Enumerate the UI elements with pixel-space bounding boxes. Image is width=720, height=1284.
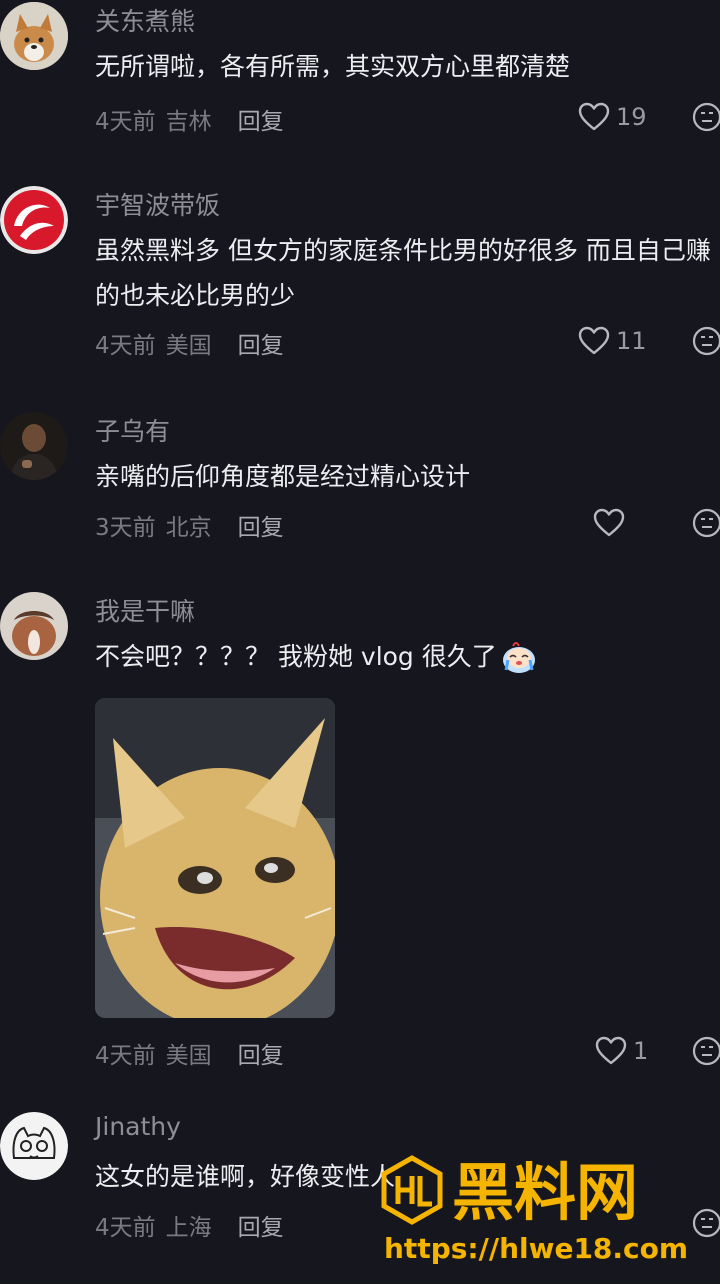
comment-text: 不会吧？？？？ 我粉她 vlog 很久了 xyxy=(95,634,720,679)
comment-text: 亲嘴的后仰角度都是经过精心设计 xyxy=(95,462,471,491)
avatar[interactable] xyxy=(0,2,68,70)
comment-meta: 4天前 美国 回复 xyxy=(95,1036,284,1070)
watermark: 黑料网 https://hlwe18.com xyxy=(378,1150,720,1280)
like-button[interactable]: 1 xyxy=(595,1036,648,1066)
avatar[interactable] xyxy=(0,186,68,254)
comment-time: 3天前 xyxy=(95,515,156,541)
comment-location: 吉林 xyxy=(165,109,212,135)
like-count: 1 xyxy=(633,1037,649,1065)
comment-location: 美国 xyxy=(165,333,212,359)
comment-time: 4天前 xyxy=(95,109,156,135)
username[interactable]: 关东煮熊 xyxy=(95,2,195,38)
heart-icon xyxy=(593,508,625,537)
avatar[interactable] xyxy=(0,1112,68,1180)
like-count: 11 xyxy=(616,327,647,355)
comment-item: 子乌有 亲嘴的后仰角度都是经过精心设计 3天前 北京 回复 xyxy=(0,412,720,552)
comment-item: 宇智波带饭 虽然黑料多 但女方的家庭条件比男的好很多 而且自己赚的也未必比男的少… xyxy=(0,186,720,376)
watermark-logo-icon xyxy=(381,1155,443,1225)
comment-location: 上海 xyxy=(165,1215,212,1241)
username[interactable]: Jinathy xyxy=(95,1112,181,1141)
comment-text-content: 不会吧？？？？ 我粉她 vlog 很久了 xyxy=(95,642,497,671)
reply-button[interactable]: 回复 xyxy=(238,1043,284,1069)
username[interactable]: 宇智波带饭 xyxy=(95,186,220,222)
avatar[interactable] xyxy=(0,592,68,660)
username[interactable]: 我是干嘛 xyxy=(95,592,195,628)
reply-button[interactable]: 回复 xyxy=(238,1215,284,1241)
avatar[interactable] xyxy=(0,412,68,480)
crying-emoji-icon xyxy=(502,641,535,673)
like-button[interactable]: 19 xyxy=(578,102,647,132)
reply-button[interactable]: 回复 xyxy=(238,333,284,359)
dislike-face-icon[interactable] xyxy=(692,326,720,356)
like-button[interactable] xyxy=(593,508,625,538)
comment-time: 4天前 xyxy=(95,333,156,359)
watermark-brand: 黑料网 xyxy=(452,1156,638,1229)
reply-button[interactable]: 回复 xyxy=(238,109,284,135)
dislike-face-icon[interactable] xyxy=(692,102,720,132)
comment-item: 我是干嘛 不会吧？？？？ 我粉她 vlog 很久了 4天前 美国 回复 1 xyxy=(0,592,720,1072)
comment-text: 虽然黑料多 但女方的家庭条件比男的好很多 而且自己赚的也未必比男的少 xyxy=(95,236,711,310)
comment-time: 4天前 xyxy=(95,1215,156,1241)
comment-location: 北京 xyxy=(165,515,212,541)
comment-meta: 4天前 吉林 回复 xyxy=(95,102,284,136)
comment-meta: 4天前 上海 回复 xyxy=(95,1208,284,1242)
dislike-face-icon[interactable] xyxy=(692,508,720,538)
reply-button[interactable]: 回复 xyxy=(238,515,284,541)
heart-icon xyxy=(595,1036,627,1065)
cat-meme-image[interactable] xyxy=(95,698,335,1018)
watermark-url: https://hlwe18.com xyxy=(384,1232,688,1265)
like-button[interactable]: 11 xyxy=(578,326,647,356)
like-count: 19 xyxy=(616,103,647,131)
comment-location: 美国 xyxy=(165,1043,212,1069)
username[interactable]: 子乌有 xyxy=(95,412,170,448)
comment-item: 关东煮熊 无所谓啦，各有所需，其实双方心里都清楚 4天前 吉林 回复 19 xyxy=(0,2,720,152)
heart-icon xyxy=(578,326,610,355)
dislike-face-icon[interactable] xyxy=(692,1036,720,1066)
comment-text: 无所谓啦，各有所需，其实双方心里都清楚 xyxy=(95,52,571,81)
comment-meta: 3天前 北京 回复 xyxy=(95,508,284,542)
comment-time: 4天前 xyxy=(95,1043,156,1069)
heart-icon xyxy=(578,102,610,131)
comment-meta: 4天前 美国 回复 xyxy=(95,326,284,360)
